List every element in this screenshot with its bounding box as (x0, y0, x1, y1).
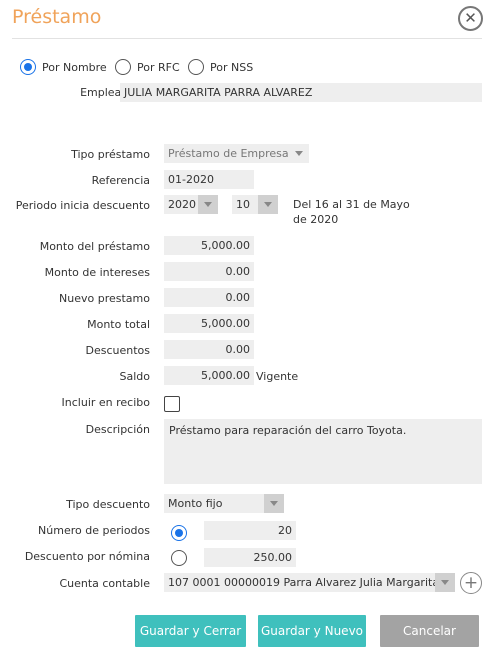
descripcion-textarea[interactable]: Préstamo para reparación del carro Toyot… (164, 419, 482, 484)
periodo-year-value: 2020 (168, 198, 196, 211)
title-divider (12, 38, 482, 39)
empleado-label: Empleado (80, 86, 135, 99)
tipo-prestamo-label: Tipo préstamo (71, 148, 150, 161)
periodo-note: Del 16 al 31 de Mayo de 2020 (293, 197, 410, 227)
descuento-nomina-label: Descuento por nómina (24, 550, 150, 563)
periodo-label: Periodo inicia descuento (15, 199, 150, 212)
close-button[interactable]: ✕ (458, 6, 483, 31)
descuentos-label: Descuentos (85, 344, 150, 357)
descuentos-field: 0.00 (164, 340, 254, 359)
periodo-number-select[interactable]: 10 (232, 195, 278, 214)
monto-total-label: Monto total (87, 318, 150, 331)
nuevo-prestamo-field[interactable]: 0.00 (164, 288, 254, 307)
tipo-descuento-value: Monto fijo (168, 497, 223, 510)
radio-button[interactable] (115, 59, 131, 75)
incluir-recibo-checkbox[interactable] (164, 396, 180, 412)
periodo-note-line1: Del 16 al 31 de Mayo (293, 198, 410, 211)
empleado-field[interactable]: JULIA MARGARITA PARRA ALVAREZ (120, 83, 482, 102)
chevron-down-icon (258, 195, 278, 214)
descripcion-label: Descripción (85, 423, 150, 436)
monto-total-field: 5,000.00 (164, 314, 254, 333)
tipo-descuento-select[interactable]: Monto fijo (164, 494, 284, 513)
cuenta-contable-select[interactable]: 107 0001 00000019 Parra Alvarez Julia Ma… (164, 573, 455, 592)
saldo-status: Vigente (256, 370, 299, 383)
monto-prestamo-label: Monto del préstamo (39, 240, 150, 253)
tipo-prestamo-select[interactable]: Préstamo de Empresa (164, 144, 309, 163)
close-icon: ✕ (464, 9, 477, 27)
numero-periodos-label: Número de periodos (38, 524, 150, 537)
tipo-descuento-label: Tipo descuento (66, 498, 150, 511)
cuenta-contable-value: 107 0001 00000019 Parra Alvarez Julia Ma… (168, 576, 440, 589)
periodo-number-value: 10 (236, 198, 250, 211)
descuento-nomina-radio[interactable] (171, 550, 187, 566)
monto-intereses-label: Monto de intereses (44, 266, 150, 279)
save-close-button[interactable]: Guardar y Cerrar (135, 615, 246, 647)
radio-por-nombre[interactable]: Por Nombre (20, 59, 107, 75)
dialog-title: Préstamo (12, 6, 102, 28)
cancel-button[interactable]: Cancelar (380, 615, 479, 647)
monto-intereses-field[interactable]: 0.00 (164, 262, 254, 281)
radio-button[interactable] (20, 59, 36, 75)
chevron-down-icon (198, 195, 218, 214)
radio-button[interactable] (188, 59, 204, 75)
monto-prestamo-field[interactable]: 5,000.00 (164, 236, 254, 255)
referencia-label: Referencia (91, 174, 150, 187)
radio-label-nombre: Por Nombre (42, 60, 107, 74)
radio-por-rfc[interactable]: Por RFC (115, 59, 180, 75)
chevron-down-icon (264, 494, 284, 513)
periodo-note-line2: de 2020 (293, 213, 339, 226)
referencia-field[interactable]: 01-2020 (164, 170, 254, 189)
chevron-down-icon (289, 144, 309, 163)
numero-periodos-radio[interactable] (171, 525, 187, 541)
tipo-prestamo-value: Préstamo de Empresa (168, 147, 289, 160)
descuento-nomina-field[interactable]: 250.00 (204, 548, 296, 567)
numero-periodos-field[interactable]: 20 (204, 521, 296, 540)
chevron-down-icon (435, 573, 455, 592)
cuenta-contable-label: Cuenta contable (59, 577, 150, 590)
saldo-label: Saldo (119, 370, 151, 383)
add-account-button[interactable]: + (460, 572, 482, 594)
radio-por-nss[interactable]: Por NSS (188, 59, 253, 75)
periodo-year-select[interactable]: 2020 (164, 195, 218, 214)
incluir-recibo-label: Incluir en recibo (61, 396, 150, 409)
plus-icon: + (463, 572, 479, 593)
radio-label-rfc: Por RFC (137, 60, 180, 74)
save-new-button[interactable]: Guardar y Nuevo (258, 615, 366, 647)
radio-label-nss: Por NSS (210, 60, 254, 74)
saldo-field: 5,000.00 (164, 366, 254, 385)
nuevo-prestamo-label: Nuevo prestamo (59, 292, 150, 305)
